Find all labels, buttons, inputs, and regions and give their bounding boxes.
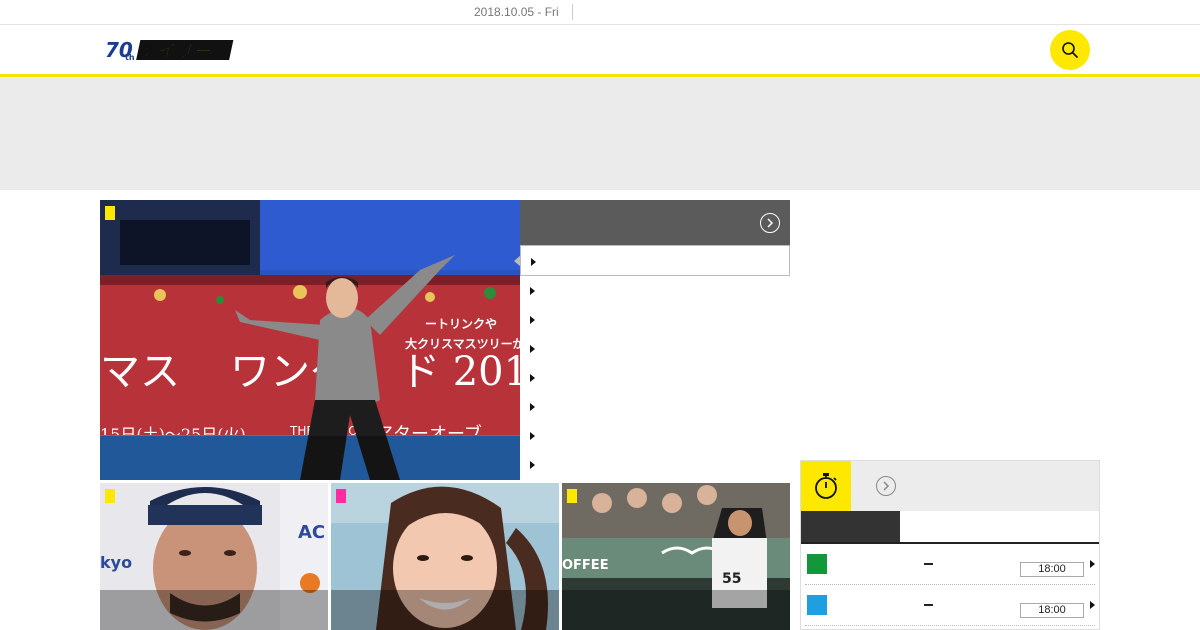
photo-text-line5: 大クリスマスツリーが	[405, 336, 520, 351]
ad-banner-area	[0, 78, 1200, 190]
schedule-tab-active[interactable]	[801, 511, 900, 542]
schedule-header[interactable]	[801, 461, 1099, 511]
date-divider	[572, 4, 573, 20]
headline-list-header[interactable]	[520, 200, 790, 245]
headline-item[interactable]	[514, 245, 790, 276]
bullet-arrow-icon	[530, 345, 535, 353]
category-marker	[567, 489, 577, 503]
game-row[interactable]: 18:00	[805, 544, 1095, 585]
search-icon	[1062, 42, 1078, 58]
row-arrow-icon	[1090, 560, 1095, 568]
team-color-badge	[807, 595, 827, 615]
thumbnail-article[interactable]	[331, 483, 559, 630]
score-dash	[924, 604, 933, 606]
photo-text-line4: ートリンクや	[425, 317, 497, 331]
headline-list	[514, 200, 790, 480]
headline-item[interactable]	[520, 421, 790, 450]
game-row[interactable]: 18:00	[805, 585, 1095, 626]
current-date: 2018.10.05 - Fri	[474, 5, 559, 19]
headline-item[interactable]	[520, 276, 790, 305]
site-header: 70 th デイリー	[0, 25, 1200, 77]
caption-overlay	[100, 436, 520, 480]
category-marker	[336, 489, 346, 503]
bullet-arrow-icon	[530, 432, 535, 440]
game-time: 18:00	[1020, 603, 1084, 618]
schedule-more-icon[interactable]	[876, 476, 896, 496]
category-marker	[105, 489, 115, 503]
more-arrow-icon[interactable]	[760, 213, 780, 233]
bullet-arrow-icon	[530, 316, 535, 324]
svg-text:th: th	[125, 53, 135, 62]
headline-item[interactable]	[520, 450, 790, 479]
score-dash	[924, 563, 933, 565]
svg-text:デイリー: デイリー	[138, 40, 215, 62]
caption-overlay	[331, 590, 559, 630]
headline-item[interactable]	[520, 305, 790, 334]
schedule-tabs	[801, 511, 1099, 544]
category-marker	[105, 206, 115, 220]
headline-item[interactable]	[520, 334, 790, 363]
thumb-text-d: 55	[722, 571, 741, 587]
bullet-arrow-icon	[530, 287, 535, 295]
bullet-arrow-icon	[530, 374, 535, 382]
thumb-text-c: OFFEE	[562, 558, 609, 573]
thumb-text-b: AC	[298, 522, 325, 543]
stopwatch-icon	[801, 461, 851, 511]
daily-logo[interactable]: 70 th デイリー	[105, 37, 235, 63]
game-schedule-widget: 18:00 18:00	[800, 460, 1100, 630]
search-button[interactable]	[1050, 30, 1090, 70]
headline-item[interactable]	[520, 392, 790, 421]
game-time: 18:00	[1020, 562, 1084, 577]
caption-overlay	[100, 590, 328, 630]
photo-text-line3: ド 2018	[400, 349, 520, 395]
main-feature-photo[interactable]: マス ワンダ ド 2018 ートリンクや 大クリスマスツリーが 15日(土)〜2…	[100, 200, 520, 480]
thumbnail-article[interactable]: OFFEE 55	[562, 483, 790, 630]
top-bar: 2018.10.05 - Fri	[0, 0, 1200, 25]
photo-text-line1: マス	[100, 349, 180, 395]
caption-overlay	[562, 590, 790, 630]
thumb-text-a: kyo	[100, 553, 132, 572]
thumbnail-article[interactable]: kyo AC	[100, 483, 328, 630]
bullet-arrow-icon	[530, 403, 535, 411]
row-arrow-icon	[1090, 601, 1095, 609]
headline-item[interactable]	[520, 363, 790, 392]
team-color-badge	[807, 554, 827, 574]
bullet-arrow-icon	[531, 258, 536, 266]
active-pointer-icon	[514, 255, 521, 267]
bullet-arrow-icon	[530, 461, 535, 469]
